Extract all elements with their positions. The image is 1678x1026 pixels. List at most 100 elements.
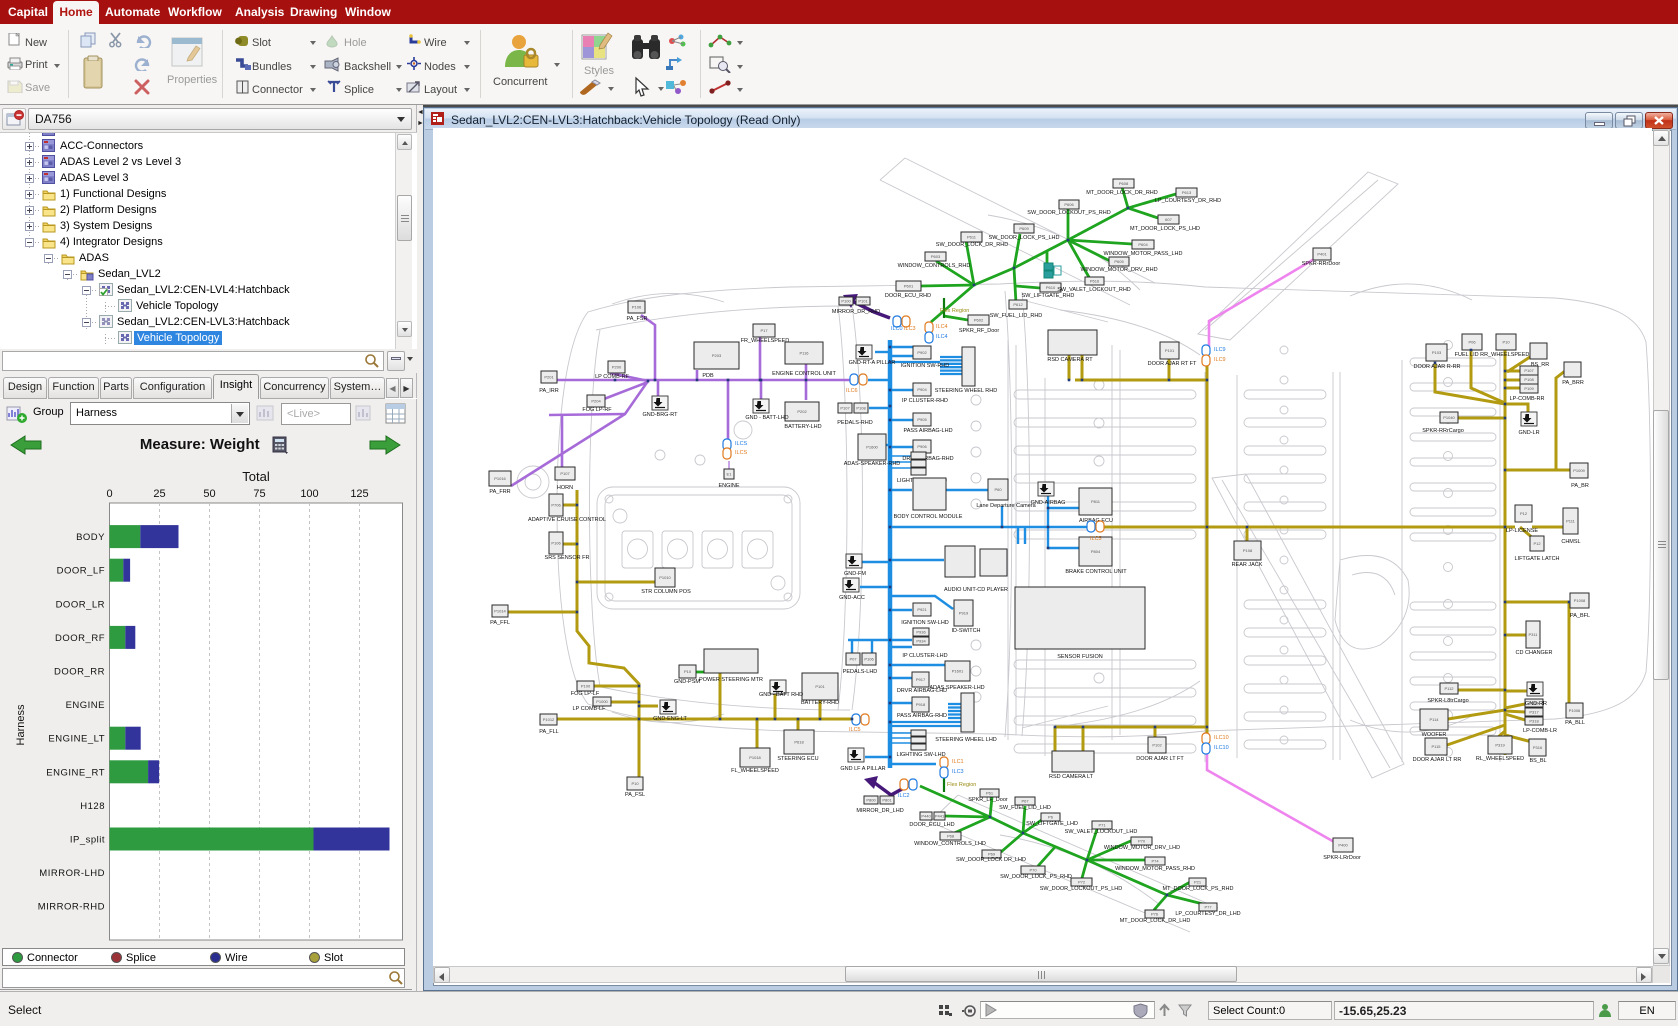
svg-text:P10: P10 <box>1502 340 1510 345</box>
svg-text:SENSOR FUSION: SENSOR FUSION <box>1057 654 1103 660</box>
svg-text:SW_LIFTGATE_RHD: SW_LIFTGATE_RHD <box>1022 293 1075 299</box>
svg-text:MIRROR_DR_LHD: MIRROR_DR_LHD <box>856 808 903 814</box>
svg-text:BRAKE CONTROL UNIT: BRAKE CONTROL UNIT <box>1065 569 1127 575</box>
svg-text:WINDOW_MOTOR_DRV_LHD: WINDOW_MOTOR_DRV_LHD <box>1104 845 1180 851</box>
svg-text:P115: P115 <box>1431 744 1441 749</box>
svg-text:H128: H128 <box>80 801 105 812</box>
svg-text:PASS AIRBAG-RHD: PASS AIRBAG-RHD <box>897 713 947 719</box>
svg-text:RSD CAMERA LT: RSD CAMERA LT <box>1049 774 1094 780</box>
svg-text:ILC9: ILC9 <box>1214 357 1226 363</box>
svg-text:P936: P936 <box>916 630 926 635</box>
svg-text:LP-COMB-LR: LP-COMB-LR <box>1523 728 1557 734</box>
svg-text:P1601: P1601 <box>952 669 964 674</box>
svg-text:LIFTGATE LATCH: LIFTGATE LATCH <box>1514 556 1559 562</box>
svg-text:P608: P608 <box>1119 181 1129 186</box>
svg-text:ILC3: ILC3 <box>904 326 916 332</box>
svg-text:PA_FSR: PA_FSR <box>627 316 648 322</box>
svg-text:ADAPTIVE CRUISE CONTROL: ADAPTIVE CRUISE CONTROL <box>528 517 606 523</box>
svg-text:PEDALS-LHD: PEDALS-LHD <box>843 669 878 675</box>
svg-text:ILC6: ILC6 <box>846 388 858 394</box>
svg-text:GND-ACC: GND-ACC <box>839 595 865 601</box>
svg-text:FUEL LID RR_WHEELSPEED: FUEL LID RR_WHEELSPEED <box>1455 352 1530 358</box>
svg-text:ILC5: ILC5 <box>1090 536 1102 542</box>
svg-text:ENGINE_RT: ENGINE_RT <box>46 767 105 778</box>
svg-text:P107: P107 <box>560 471 570 476</box>
svg-text:IP CLUSTER-RHD: IP CLUSTER-RHD <box>902 398 948 404</box>
svg-text:P10: P10 <box>684 669 692 674</box>
svg-text:GND - BATT-LHD: GND - BATT-LHD <box>745 415 788 421</box>
svg-text:100: 100 <box>300 488 318 500</box>
svg-text:SW_FUEL_LID_RHD: SW_FUEL_LID_RHD <box>990 313 1043 319</box>
svg-text:STR COLUMN POS: STR COLUMN POS <box>641 589 691 595</box>
svg-text:DOOR AJAR RT FT: DOOR AJAR RT FT <box>1148 361 1197 367</box>
svg-text:DOOR_LR: DOOR_LR <box>56 599 105 610</box>
svg-text:P109: P109 <box>1524 386 1534 391</box>
svg-text:LP-LICENSE: LP-LICENSE <box>1506 528 1538 534</box>
svg-text:P1012: P1012 <box>543 717 555 722</box>
svg-text:P921: P921 <box>917 607 927 612</box>
svg-text:75: 75 <box>253 488 265 500</box>
svg-text:P77: P77 <box>1204 905 1212 910</box>
svg-text:P100: P100 <box>841 299 851 304</box>
svg-text:ILC2: ILC2 <box>898 793 910 799</box>
svg-text:P101: P101 <box>815 684 825 689</box>
svg-text:MT_DOOR_LOCK_PS_LHD: MT_DOOR_LOCK_PS_LHD <box>1130 226 1200 232</box>
svg-text:P311: P311 <box>1528 632 1538 637</box>
svg-text:P606: P606 <box>1064 202 1074 207</box>
svg-text:P106: P106 <box>551 541 561 546</box>
svg-text:SPKR_RF_Door: SPKR_RF_Door <box>959 328 1000 334</box>
svg-text:P111: P111 <box>1566 519 1576 524</box>
svg-text:Flex Region: Flex Region <box>947 782 976 788</box>
svg-text:IGNITION SW-RHD: IGNITION SW-RHD <box>901 363 950 369</box>
svg-text:SW_DOOR_LOCK DR_LHD: SW_DOOR_LOCK DR_LHD <box>956 857 1026 863</box>
svg-text:ENGINE_LT: ENGINE_LT <box>48 734 105 745</box>
svg-text:WINDOW_MOTOR_PASS_RHD: WINDOW_MOTOR_PASS_RHD <box>1115 866 1195 872</box>
svg-text:GND-FM: GND-FM <box>844 571 866 577</box>
svg-text:GND-RT-A PILLAR: GND-RT-A PILLAR <box>849 360 896 366</box>
svg-text:P67: P67 <box>1021 799 1029 804</box>
svg-text:IGNITION SW-LHD: IGNITION SW-LHD <box>901 620 949 626</box>
svg-text:WINDOW_MOTOR_PASS_LHD: WINDOW_MOTOR_PASS_LHD <box>1104 251 1183 257</box>
svg-text:FOG LP-LF: FOG LP-LF <box>571 691 600 697</box>
svg-text:P934: P934 <box>916 639 926 644</box>
svg-text:P21: P21 <box>1194 880 1202 885</box>
svg-text:P12: P12 <box>1533 541 1541 546</box>
svg-text:SPKR_LF_Door: SPKR_LF_Door <box>968 797 1008 803</box>
svg-text:SW_FUEL_LID_LHD: SW_FUEL_LID_LHD <box>999 805 1051 811</box>
svg-text:ADAS-SPEAKER-RHD: ADAS-SPEAKER-RHD <box>844 461 901 467</box>
svg-text:P1008: P1008 <box>1574 598 1586 603</box>
svg-text:P706: P706 <box>551 503 561 508</box>
svg-text:FR_WHEELSPEED: FR_WHEELSPEED <box>741 338 790 344</box>
svg-text:DOOR_ECU_LHD: DOOR_ECU_LHD <box>909 822 954 828</box>
svg-text:Lane Departure Camera: Lane Departure Camera <box>976 503 1036 509</box>
svg-text:LP COMB-RF: LP COMB-RF <box>595 374 629 380</box>
svg-text:DOOR_RF: DOOR_RF <box>55 633 105 644</box>
svg-text:CD CHANGER: CD CHANGER <box>1516 650 1553 656</box>
svg-text:ILC10: ILC10 <box>1214 735 1229 741</box>
svg-text:P902: P902 <box>917 350 927 355</box>
svg-text:P70: P70 <box>1029 868 1037 873</box>
svg-text:P76: P76 <box>1151 912 1159 917</box>
svg-text:GND-RR: GND-RR <box>1525 701 1547 707</box>
svg-text:P601: P601 <box>904 284 914 289</box>
svg-text:P201: P201 <box>544 375 554 380</box>
svg-text:DOOR_ECU_RHD: DOOR_ECU_RHD <box>885 293 931 299</box>
svg-text:P919: P919 <box>959 611 969 616</box>
svg-text:MT_DOOR_LOCK_DR_RHD: MT_DOOR_LOCK_DR_RHD <box>1086 190 1158 196</box>
svg-text:P17: P17 <box>760 328 768 333</box>
svg-text:MIRROR-RHD: MIRROR-RHD <box>38 902 105 913</box>
svg-text:P116: P116 <box>799 351 809 356</box>
svg-text:SRS SENSOR FR: SRS SENSOR FR <box>545 555 590 561</box>
svg-text:GND-BRG-RT: GND-BRG-RT <box>642 412 678 418</box>
svg-text:P801: P801 <box>882 798 892 803</box>
svg-text:P400: P400 <box>1338 843 1348 848</box>
svg-text:P107: P107 <box>1524 368 1534 373</box>
svg-text:P61: P61 <box>986 791 994 796</box>
svg-text:P1009: P1009 <box>1573 468 1585 473</box>
svg-text:P906: P906 <box>917 444 927 449</box>
svg-text:DOOR AJAR LT FT: DOOR AJAR LT FT <box>1136 756 1184 762</box>
svg-text:P108: P108 <box>856 406 866 411</box>
svg-text:STEERING WHEEL LHD: STEERING WHEEL LHD <box>935 737 997 743</box>
svg-text:IP_split: IP_split <box>70 835 105 846</box>
svg-text:P6: P6 <box>1048 815 1054 820</box>
